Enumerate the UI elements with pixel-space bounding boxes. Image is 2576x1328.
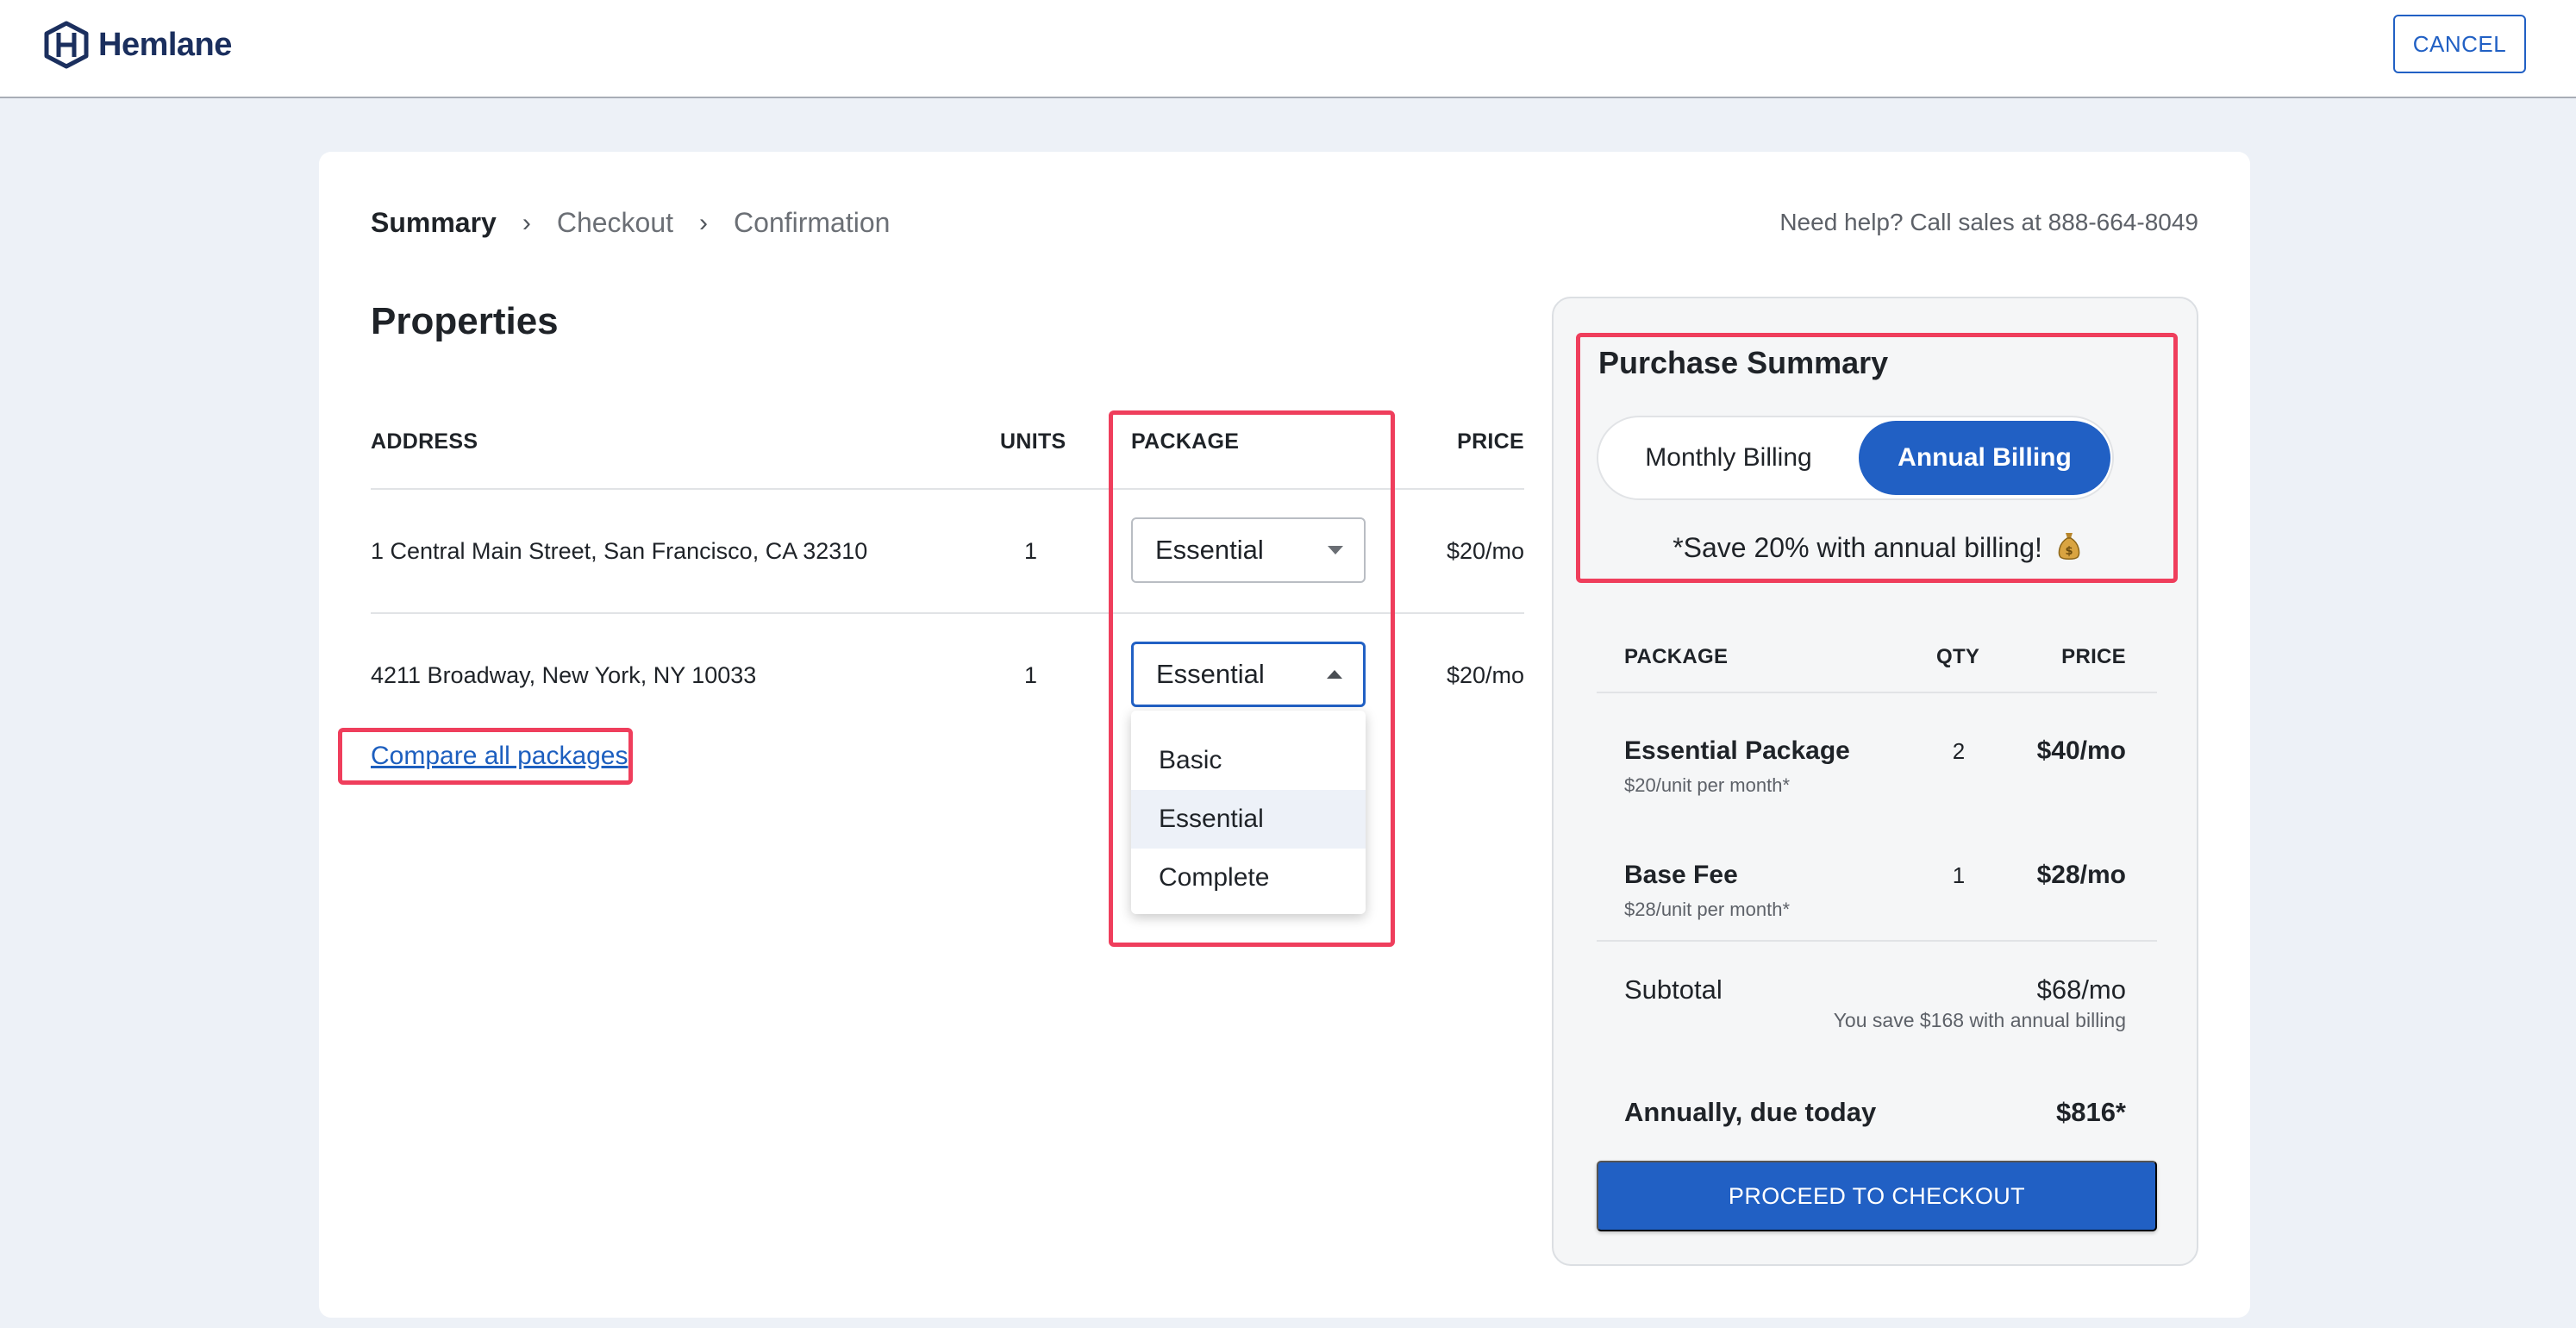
row-1-units: 1 [1024,538,1038,564]
breadcrumb-checkout[interactable]: Checkout [557,207,673,239]
summary-item-base-fee-name: Base Fee [1624,861,1738,889]
help-text: Need help? Call sales at 888-664-8049 [1779,209,2198,235]
option-complete[interactable]: Complete [1131,849,1366,907]
table-divider [371,488,1524,490]
column-header-price: PRICE [1457,429,1524,454]
purchase-summary-title: Purchase Summary [1598,345,1889,380]
summary-item-base-fee-sub: $28/unit per month* [1624,899,1791,920]
billing-toggle: Monthly Billing Annual Billing [1597,416,2114,500]
row-1-package-value: Essential [1155,535,1264,565]
svg-text:$: $ [2065,545,2073,558]
summary-item-essential-sub: $20/unit per month* [1624,774,1791,796]
annual-savings-text: *Save 20% with annual billing! [1673,532,2042,563]
summary-item-essential-qty: 2 [1952,738,1966,764]
option-basic[interactable]: Basic [1131,731,1366,790]
purchase-summary-panel: Purchase Summary Monthly Billing Annual … [1552,297,2198,1266]
annual-savings-note: *Save 20% with annual billing! $ [1554,531,2200,564]
chevron-right-icon: › [699,208,709,237]
main-card: Summary › Checkout › Confirmation Need h… [319,152,2250,1318]
subtotal-label: Subtotal [1624,974,1723,1005]
row-2-price: $20/mo [1446,662,1524,688]
table-divider [371,612,1524,614]
savings-note: You save $168 with annual billing [1833,1009,2126,1031]
caret-down-icon [1328,546,1343,554]
annual-billing-option[interactable]: Annual Billing [1859,421,2110,495]
summary-item-essential-name: Essential Package [1624,736,1850,765]
logo-text: Hemlane [98,26,232,63]
column-header-package: PACKAGE [1131,429,1240,454]
proceed-to-checkout-button[interactable]: PROCEED TO CHECKOUT [1597,1161,2157,1231]
summary-item-essential-price: $40/mo [2036,736,2126,765]
monthly-billing-option[interactable]: Monthly Billing [1602,421,1855,495]
row-2-package-value: Essential [1156,659,1265,689]
row-1-price: $20/mo [1446,538,1524,564]
summary-header-package: PACKAGE [1624,645,1729,668]
summary-header-price: PRICE [2061,645,2126,668]
summary-header-qty: QTY [1936,645,1980,668]
row-2-units: 1 [1024,662,1038,688]
summary-item-base-fee-price: $28/mo [2036,861,2126,889]
row-1-address: 1 Central Main Street, San Francisco, CA… [371,538,868,564]
summary-divider [1597,692,2157,693]
row-2-package-select[interactable]: Essential [1131,642,1366,707]
breadcrumb-confirmation[interactable]: Confirmation [734,207,890,239]
annual-due-price: $816* [2055,1097,2126,1127]
money-bag-icon: $ [2058,533,2079,560]
row-2-address: 4211 Broadway, New York, NY 10033 [371,662,757,688]
logo[interactable]: Hemlane [41,21,232,69]
breadcrumb: Summary › Checkout › Confirmation [371,207,890,239]
compare-packages-link[interactable]: Compare all packages [371,742,628,771]
annual-due-label: Annually, due today [1624,1097,1877,1127]
breadcrumb-summary[interactable]: Summary [371,207,497,239]
package-dropdown-menu: Basic Essential Complete [1131,711,1366,914]
summary-item-base-fee-qty: 1 [1952,862,1966,888]
column-header-units: UNITS [1000,429,1066,454]
option-essential[interactable]: Essential [1131,790,1366,849]
caret-up-icon [1327,670,1342,679]
top-bar: Hemlane CANCEL [0,0,2576,98]
subtotal-price: $68/mo [2036,974,2126,1005]
hemlane-logo-icon [44,21,89,69]
row-1-package-select[interactable]: Essential [1131,517,1366,583]
summary-divider [1597,940,2157,942]
column-header-address: ADDRESS [371,429,478,454]
cancel-button[interactable]: CANCEL [2393,15,2526,73]
properties-title: Properties [371,300,559,342]
chevron-right-icon: › [522,208,531,237]
